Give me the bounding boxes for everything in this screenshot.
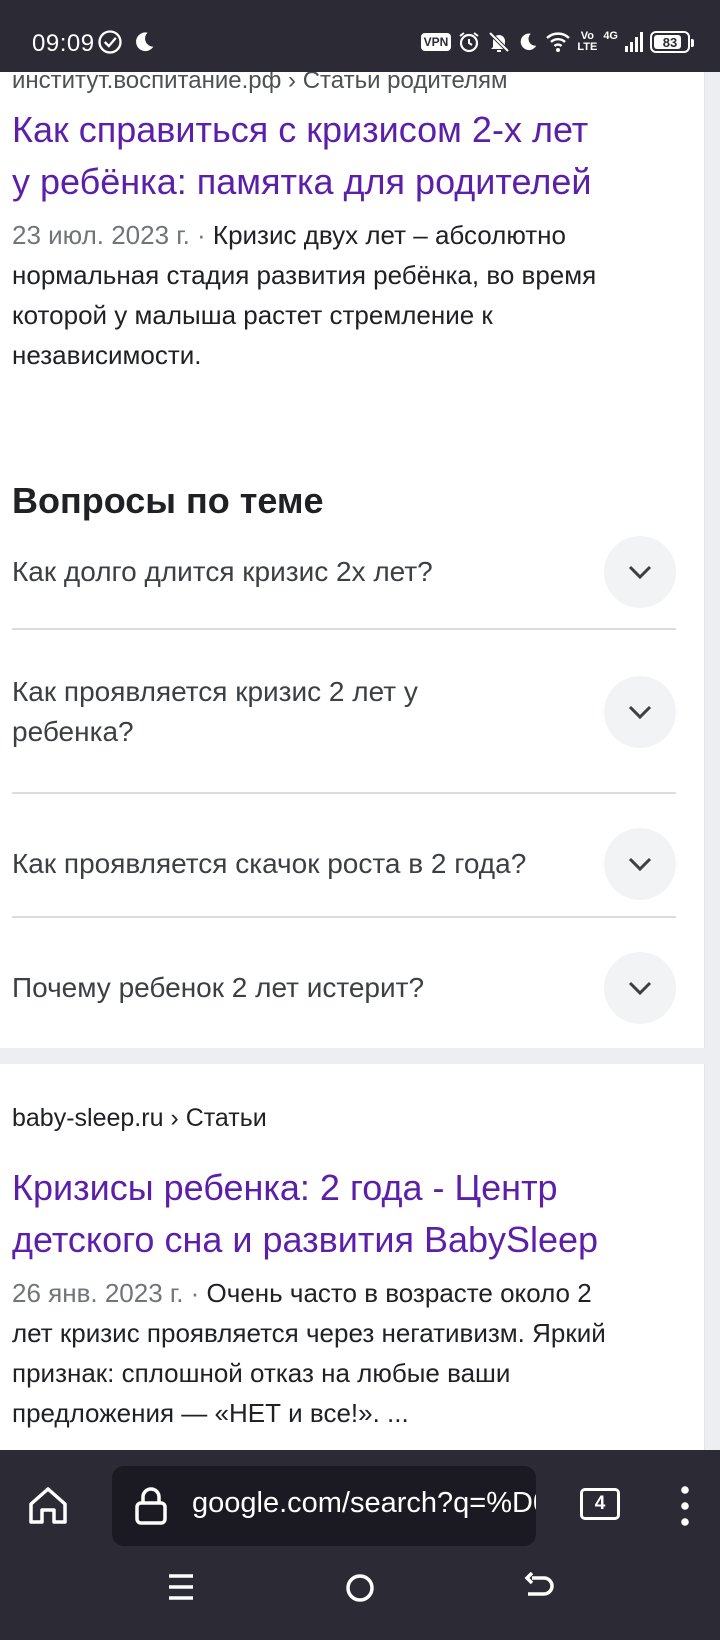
url-text[interactable]: google.com/search?q=%D0%BA%D1%80%D0%B8	[192, 1487, 536, 1520]
wifi-icon	[546, 32, 571, 52]
mute-bell-icon	[488, 31, 510, 53]
snippet-text: Очень часто в возрасте около 2	[206, 1278, 592, 1308]
result-title-link[interactable]: Кризисы ребенка: 2 года - Центр детского…	[12, 1162, 692, 1266]
network-type: 4G	[603, 30, 618, 42]
divider	[12, 916, 676, 918]
snippet-text: предложения — «НЕТ и все!». ...	[12, 1398, 409, 1428]
vpn-icon: VPN	[420, 33, 452, 51]
home-nav-icon[interactable]	[344, 1572, 376, 1604]
moon-icon	[521, 33, 537, 51]
result-title-line[interactable]: Кризисы ребенка: 2 года - Центр	[12, 1167, 558, 1208]
result-date: 23 июл. 2023 г. ·	[12, 220, 213, 250]
moon-icon	[136, 32, 154, 52]
divider	[12, 792, 676, 794]
snippet-text: лет кризис проявляется через негативизм.…	[12, 1318, 606, 1348]
faq-question[interactable]: Как долго длится кризис 2х лет?	[12, 552, 612, 592]
faq-item[interactable]: Как проявляется кризис 2 лет у ребенка?	[12, 672, 676, 752]
result-date: 26 янв. 2023 г. ·	[12, 1278, 207, 1308]
faq-question[interactable]: Как проявляется скачок роста в 2 года?	[12, 844, 610, 884]
search-result-card: институт.воспитание.рф › Статьи родителя…	[0, 72, 705, 488]
status-bar: 09:09 VPN Vo LTE 4G 83	[0, 0, 720, 72]
faq-item[interactable]: Как проявляется скачок роста в 2 года?	[12, 828, 676, 900]
snippet-text: которой у малыша растет стремление к	[12, 300, 493, 330]
volte-icon: Vo LTE	[577, 31, 597, 53]
browser-toolbar: google.com/search?q=%D0%BA%D1%80%D0%B8 4	[0, 1450, 720, 1640]
snippet-text: независимости.	[12, 340, 202, 370]
battery-icon: 83	[650, 31, 694, 53]
chevron-down-icon[interactable]	[604, 536, 676, 608]
search-result-card: baby-sleep.ru › Статьи Кризисы ребенка: …	[0, 1064, 705, 1450]
divider	[12, 628, 676, 630]
chevron-down-icon[interactable]	[604, 676, 676, 748]
result-snippet: 23 июл. 2023 г. · Кризис двух лет – абсо…	[12, 215, 692, 375]
signal-icon	[625, 32, 643, 52]
faq-question[interactable]: Как проявляется кризис 2 лет у ребенка?	[12, 672, 532, 752]
result-title-line[interactable]: детского сна и развития BabySleep	[12, 1219, 598, 1260]
faq-item[interactable]: Почему ребенок 2 лет истерит?	[12, 952, 676, 1024]
status-icons: VPN Vo LTE 4G 83	[420, 28, 694, 56]
faq-item[interactable]: Как долго длится кризис 2х лет?	[12, 536, 676, 608]
search-results[interactable]: институт.воспитание.рф › Статьи родителя…	[0, 72, 720, 1450]
result-title-line[interactable]: у ребёнка: памятка для родителей	[12, 161, 591, 202]
result-title-link[interactable]: Как справиться с кризисом 2-х лет у ребё…	[12, 104, 692, 208]
home-icon[interactable]	[26, 1484, 70, 1528]
related-questions-title: Вопросы по теме	[12, 480, 324, 521]
battery-level: 83	[662, 34, 678, 50]
faq-question[interactable]: Почему ребенок 2 лет истерит?	[12, 968, 612, 1008]
result-title-line[interactable]: Как справиться с кризисом 2-х лет	[12, 109, 588, 150]
volte-label-bottom: LTE	[577, 41, 598, 53]
more-menu-icon[interactable]	[670, 1484, 700, 1528]
back-icon[interactable]	[524, 1572, 556, 1602]
lock-icon[interactable]	[134, 1486, 168, 1526]
related-questions-card: Вопросы по теме Как долго длится кризис …	[0, 432, 705, 1048]
result-source-cut[interactable]: институт.воспитание.рф › Статьи родителя…	[12, 72, 508, 95]
tabs-button[interactable]: 4	[580, 1488, 620, 1520]
chevron-down-icon[interactable]	[604, 952, 676, 1024]
result-breadcrumb[interactable]: baby-sleep.ru › Статьи	[12, 1104, 267, 1133]
clock: 09:09	[32, 30, 95, 57]
address-bar[interactable]: google.com/search?q=%D0%BA%D1%80%D0%B8	[112, 1466, 536, 1546]
chevron-down-icon[interactable]	[604, 828, 676, 900]
result-snippet: 26 янв. 2023 г. · Очень часто в возрасте…	[12, 1273, 692, 1433]
check-circle-icon	[98, 30, 122, 54]
snippet-text: Кризис двух лет – абсолютно	[212, 220, 567, 250]
alarm-icon	[459, 32, 479, 53]
snippet-text: нормальная стадия развития ребёнка, во в…	[12, 260, 597, 290]
snippet-text: признак: сплошной отказ на любые ваши	[12, 1358, 511, 1388]
recent-apps-icon[interactable]	[166, 1572, 196, 1602]
